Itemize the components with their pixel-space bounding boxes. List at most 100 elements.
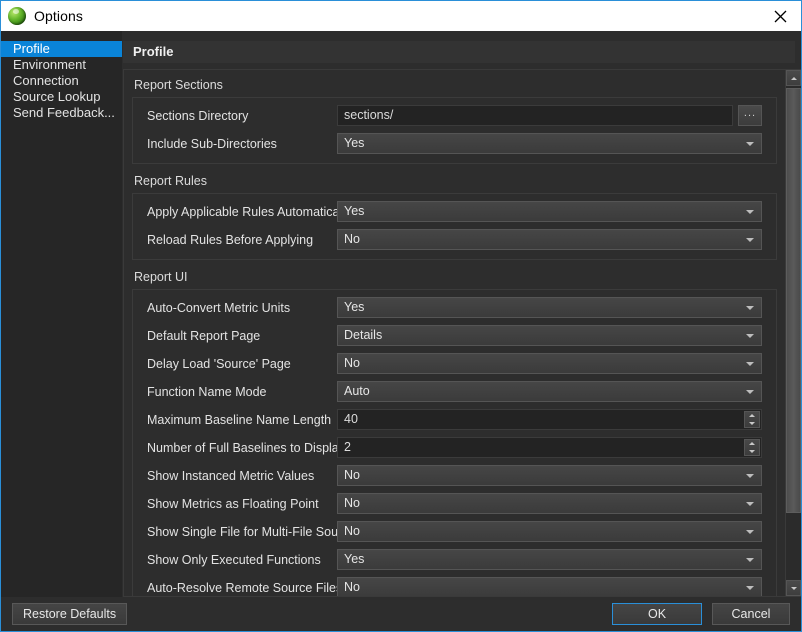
setting-control: No xyxy=(337,521,762,542)
setting-control: 2 xyxy=(337,437,762,458)
dropdown-value: No xyxy=(344,496,360,510)
chevron-down-icon xyxy=(746,306,754,310)
setting-control: No xyxy=(337,229,762,250)
dropdown-value: Yes xyxy=(344,136,364,150)
close-button[interactable] xyxy=(760,1,801,31)
setting-control: Yes xyxy=(337,549,762,570)
spinner-decrement-button[interactable] xyxy=(745,420,759,428)
settings-scroll-area: Report SectionsSections Directorysection… xyxy=(123,69,801,597)
chevron-down-icon xyxy=(746,238,754,242)
group-title: Report UI xyxy=(132,270,777,284)
setting-control: No xyxy=(337,577,762,596)
dropdown-auto-convert-metric-units[interactable]: Yes xyxy=(337,297,762,318)
setting-label-delay-load-source-page: Delay Load 'Source' Page xyxy=(147,357,337,371)
setting-row: Delay Load 'Source' PageNo xyxy=(147,353,762,374)
setting-label-sections-directory: Sections Directory xyxy=(147,109,337,123)
dropdown-value: Yes xyxy=(344,300,364,314)
setting-label-include-sub-directories: Include Sub-Directories xyxy=(147,137,337,151)
dropdown-function-name-mode[interactable]: Auto xyxy=(337,381,762,402)
triangle-down-icon xyxy=(749,450,755,453)
settings-content: Report SectionsSections Directorysection… xyxy=(124,70,785,596)
setting-label-number-of-full-baselines-to-display: Number of Full Baselines to Display xyxy=(147,441,337,455)
group-frame: Apply Applicable Rules AutomaticallyYesR… xyxy=(132,193,777,260)
scroll-up-button[interactable] xyxy=(786,70,801,86)
input-sections-directory[interactable]: sections/ xyxy=(337,105,733,126)
sidebar-item-source-lookup[interactable]: Source Lookup xyxy=(1,89,122,105)
chevron-down-icon xyxy=(746,586,754,590)
scroll-down-button[interactable] xyxy=(786,580,801,596)
chevron-down-icon xyxy=(746,362,754,366)
group-title: Report Rules xyxy=(132,174,777,188)
restore-defaults-button[interactable]: Restore Defaults xyxy=(12,603,127,625)
dropdown-reload-rules-before-applying[interactable]: No xyxy=(337,229,762,250)
spinner-decrement-button[interactable] xyxy=(745,448,759,456)
setting-label-show-single-file-for-multi-file-sources: Show Single File for Multi-File Sources xyxy=(147,525,337,539)
setting-row: Function Name Mode Auto xyxy=(147,381,762,402)
setting-row: Default Report Page Details xyxy=(147,325,762,346)
dropdown-value: No xyxy=(344,524,360,538)
triangle-up-icon xyxy=(791,77,797,80)
setting-row: Apply Applicable Rules AutomaticallyYes xyxy=(147,201,762,222)
settings-group: Report Rules Apply Applicable Rules Autom… xyxy=(132,174,777,260)
dropdown-show-single-file-for-multi-file-sources[interactable]: No xyxy=(337,521,762,542)
main-panel: Profile Report SectionsSections Director… xyxy=(123,31,801,597)
sidebar-item-send-feedback[interactable]: Send Feedback... xyxy=(1,105,122,121)
dropdown-include-sub-directories[interactable]: Yes xyxy=(337,133,762,154)
cancel-button[interactable]: Cancel xyxy=(712,603,790,625)
ok-button[interactable]: OK xyxy=(612,603,702,625)
chevron-down-icon xyxy=(746,558,754,562)
spinner-value: 2 xyxy=(344,440,351,454)
dropdown-apply-applicable-rules-automatically[interactable]: Yes xyxy=(337,201,762,222)
spinner-buttons[interactable] xyxy=(744,439,760,456)
chevron-down-icon xyxy=(746,390,754,394)
chevron-down-icon xyxy=(746,210,754,214)
setting-label-maximum-baseline-name-length: Maximum Baseline Name Length xyxy=(147,413,337,427)
setting-row: Show Only Executed FunctionsYes xyxy=(147,549,762,570)
setting-control: No xyxy=(337,353,762,374)
setting-label-show-only-executed-functions: Show Only Executed Functions xyxy=(147,553,337,567)
dropdown-value: Details xyxy=(344,328,382,342)
scrollbar-thumb[interactable] xyxy=(786,88,801,513)
dropdown-show-instanced-metric-values[interactable]: No xyxy=(337,465,762,486)
dropdown-default-report-page[interactable]: Details xyxy=(337,325,762,346)
triangle-down-icon xyxy=(749,422,755,425)
setting-label-function-name-mode: Function Name Mode xyxy=(147,385,337,399)
dropdown-value: Auto xyxy=(344,384,370,398)
setting-label-auto-convert-metric-units: Auto-Convert Metric Units xyxy=(147,301,337,315)
scrollbar-track[interactable] xyxy=(786,86,801,580)
close-icon xyxy=(774,10,787,23)
spinner-number-of-full-baselines-to-display[interactable]: 2 xyxy=(337,437,762,458)
setting-row: Show Single File for Multi-File Sources N… xyxy=(147,521,762,542)
dropdown-auto-resolve-remote-source-files[interactable]: No xyxy=(337,577,762,596)
setting-control: No xyxy=(337,465,762,486)
setting-label-apply-applicable-rules-automatically: Apply Applicable Rules Automatically xyxy=(147,205,337,219)
group-frame: Auto-Convert Metric Units Yes Default Repo… xyxy=(132,289,777,596)
setting-label-show-metrics-as-floating-point: Show Metrics as Floating Point xyxy=(147,497,337,511)
dropdown-show-metrics-as-floating-point[interactable]: No xyxy=(337,493,762,514)
setting-label-show-instanced-metric-values: Show Instanced Metric Values xyxy=(147,469,337,483)
sidebar-item-profile[interactable]: Profile xyxy=(1,41,122,57)
spinner-maximum-baseline-name-length[interactable]: 40 xyxy=(337,409,762,430)
sidebar-item-connection[interactable]: Connection xyxy=(1,73,122,89)
dropdown-value: No xyxy=(344,232,360,246)
spinner-buttons[interactable] xyxy=(744,411,760,428)
spinner-increment-button[interactable] xyxy=(745,440,759,448)
spinner-increment-button[interactable] xyxy=(745,412,759,420)
setting-control: Yes xyxy=(337,201,762,222)
sidebar-item-environment[interactable]: Environment xyxy=(1,57,122,73)
chevron-down-icon xyxy=(746,530,754,534)
triangle-down-icon xyxy=(791,587,797,590)
setting-row: Number of Full Baselines to Display 2 xyxy=(147,437,762,458)
setting-row: Reload Rules Before Applying No xyxy=(147,229,762,250)
spinner-value: 40 xyxy=(344,412,358,426)
setting-label-default-report-page: Default Report Page xyxy=(147,329,337,343)
vertical-scrollbar[interactable] xyxy=(785,70,801,596)
dropdown-show-only-executed-functions[interactable]: Yes xyxy=(337,549,762,570)
settings-group: Report SectionsSections Directorysection… xyxy=(132,78,777,164)
setting-label-reload-rules-before-applying: Reload Rules Before Applying xyxy=(147,233,337,247)
browse-button-sections-directory[interactable]: ... xyxy=(738,105,762,126)
dropdown-delay-load-source-page[interactable]: No xyxy=(337,353,762,374)
setting-control: sections/... xyxy=(337,105,762,126)
setting-row: Auto-Resolve Remote Source FilesNo xyxy=(147,577,762,596)
group-frame: Sections Directorysections/...Include Su… xyxy=(132,97,777,164)
